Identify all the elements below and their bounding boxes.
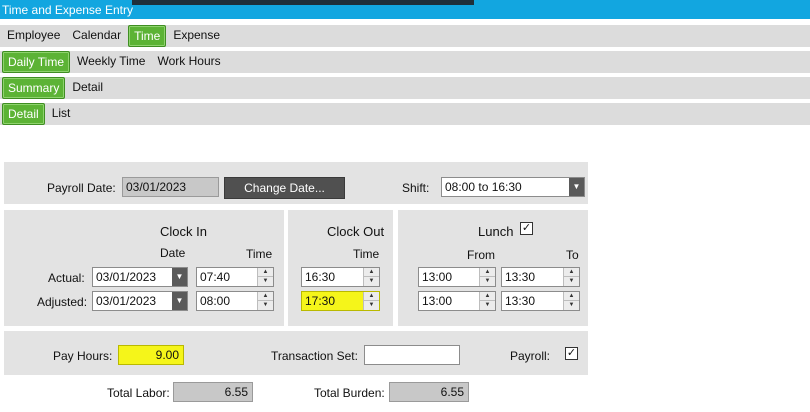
spin-up-icon[interactable]: ▲ — [564, 268, 579, 277]
actual-time-out-field[interactable]: 16:30 ▲ ▼ — [301, 267, 380, 287]
shift-select[interactable]: 08:00 to 16:30 ▼ — [441, 177, 585, 197]
actual-label: Actual: — [48, 271, 85, 285]
payroll-header-panel: Payroll Date: 03/01/2023 Change Date... … — [4, 162, 588, 204]
adjusted-time-in-field[interactable]: 08:00 ▲ ▼ — [196, 291, 274, 311]
title-bar-dark-strip — [132, 0, 474, 5]
lunch-actual-from-value: 13:00 — [422, 270, 453, 284]
actual-date-field[interactable]: 03/01/2023 ▼ — [92, 267, 188, 287]
time-spinner[interactable]: ▲ ▼ — [363, 268, 379, 286]
tab-summary-list[interactable]: List — [47, 103, 76, 125]
time-spinner[interactable]: ▲ ▼ — [479, 268, 495, 286]
payroll-label: Payroll: — [510, 349, 551, 363]
chevron-down-icon[interactable]: ▼ — [172, 268, 187, 286]
spin-down-icon[interactable]: ▼ — [258, 301, 273, 310]
time-spinner[interactable]: ▲ ▼ — [257, 292, 273, 310]
clock-in-time-header: Time — [246, 247, 273, 261]
time-spinner[interactable]: ▲ ▼ — [363, 292, 379, 310]
tab-work-hours[interactable]: Work Hours — [152, 51, 225, 73]
tab-calendar[interactable]: Calendar — [67, 25, 126, 47]
lunch-actual-from-field[interactable]: 13:00 ▲ ▼ — [418, 267, 496, 287]
spin-up-icon[interactable]: ▲ — [364, 292, 379, 301]
spin-up-icon[interactable]: ▲ — [258, 268, 273, 277]
tab-expense[interactable]: Expense — [168, 25, 225, 47]
time-tab-strip: Daily Time Weekly Time Work Hours — [0, 51, 810, 75]
tab-weekly-time[interactable]: Weekly Time — [72, 51, 150, 73]
lunch-title: Lunch — [478, 224, 514, 239]
total-burden-field: 6.55 — [389, 382, 469, 402]
time-spinner[interactable]: ▲ ▼ — [257, 268, 273, 286]
payroll-date-label: Payroll Date: — [47, 181, 116, 195]
payroll-checkbox[interactable]: ✓ — [565, 347, 578, 360]
actual-time-in-field[interactable]: 07:40 ▲ ▼ — [196, 267, 274, 287]
pay-hours-panel: Pay Hours: 9.00 Transaction Set: Payroll… — [4, 331, 588, 375]
main-tab-strip: Employee Calendar Time Expense — [0, 25, 810, 49]
spin-up-icon[interactable]: ▲ — [480, 292, 495, 301]
spin-down-icon[interactable]: ▼ — [480, 277, 495, 286]
pay-hours-label: Pay Hours: — [53, 349, 113, 363]
spin-down-icon[interactable]: ▼ — [480, 301, 495, 310]
time-spinner[interactable]: ▲ ▼ — [563, 292, 579, 310]
chevron-down-icon[interactable]: ▼ — [569, 178, 584, 196]
tab-time[interactable]: Time — [128, 25, 167, 47]
transaction-set-input[interactable] — [364, 345, 460, 365]
pay-hours-field[interactable]: 9.00 — [118, 345, 184, 365]
transaction-set-label: Transaction Set: — [271, 349, 358, 363]
spin-up-icon[interactable]: ▲ — [480, 268, 495, 277]
adjusted-time-out-value: 17:30 — [305, 294, 336, 308]
clock-out-panel: Clock Out Time 16:30 ▲ ▼ 17:30 ▲ ▼ — [288, 210, 393, 326]
spin-down-icon[interactable]: ▼ — [564, 301, 579, 310]
change-date-button[interactable]: Change Date... — [224, 177, 345, 199]
adjusted-label: Adjusted: — [37, 295, 88, 309]
adjusted-date-value: 03/01/2023 — [96, 294, 157, 308]
total-labor-field: 6.55 — [173, 382, 253, 402]
lunch-panel: Lunch ✓ From To 13:00 ▲ ▼ 13:30 ▲ ▼ 13:00 … — [398, 210, 588, 326]
lunch-to-header: To — [566, 248, 579, 262]
lunch-adjusted-to-value: 13:30 — [505, 294, 536, 308]
summary-tab-strip: Detail List — [0, 103, 810, 127]
chevron-down-icon[interactable]: ▼ — [172, 292, 187, 310]
spin-down-icon[interactable]: ▼ — [564, 277, 579, 286]
tab-daily-time[interactable]: Daily Time — [2, 51, 71, 73]
spin-down-icon[interactable]: ▼ — [364, 277, 379, 286]
window-title-bar: Time and Expense Entry — [0, 0, 810, 19]
lunch-adjusted-from-value: 13:00 — [422, 294, 453, 308]
tab-employee[interactable]: Employee — [2, 25, 65, 47]
daily-tab-strip: Summary Detail — [0, 77, 810, 101]
clock-out-time-header: Time — [353, 247, 380, 261]
spin-up-icon[interactable]: ▲ — [364, 268, 379, 277]
total-labor-label: Total Labor: — [107, 386, 170, 400]
lunch-adjusted-to-field[interactable]: 13:30 ▲ ▼ — [501, 291, 580, 311]
clock-in-title: Clock In — [160, 224, 207, 239]
window-title: Time and Expense Entry — [2, 3, 133, 17]
tab-detail[interactable]: Detail — [67, 77, 108, 99]
adjusted-date-field[interactable]: 03/01/2023 ▼ — [92, 291, 188, 311]
shift-label: Shift: — [402, 181, 430, 195]
spin-up-icon[interactable]: ▲ — [258, 292, 273, 301]
lunch-actual-to-value: 13:30 — [505, 270, 536, 284]
spin-down-icon[interactable]: ▼ — [364, 301, 379, 310]
payroll-date-field: 03/01/2023 — [122, 177, 219, 197]
spin-up-icon[interactable]: ▲ — [564, 292, 579, 301]
time-spinner[interactable]: ▲ ▼ — [479, 292, 495, 310]
clock-out-title: Clock Out — [327, 224, 385, 239]
total-burden-label: Total Burden: — [314, 386, 385, 400]
tab-summary[interactable]: Summary — [2, 77, 66, 99]
lunch-adjusted-from-field[interactable]: 13:00 ▲ ▼ — [418, 291, 496, 311]
time-spinner[interactable]: ▲ ▼ — [563, 268, 579, 286]
actual-time-in-value: 07:40 — [200, 270, 231, 284]
spin-down-icon[interactable]: ▼ — [258, 277, 273, 286]
clock-in-panel: Clock In Date Time Actual: Adjusted: 03/… — [4, 210, 284, 326]
adjusted-time-out-field[interactable]: 17:30 ▲ ▼ — [301, 291, 380, 311]
adjusted-time-in-value: 08:00 — [200, 294, 231, 308]
actual-time-out-value: 16:30 — [305, 270, 336, 284]
shift-select-value: 08:00 to 16:30 — [445, 180, 522, 194]
clock-in-date-header: Date — [160, 246, 186, 260]
actual-date-value: 03/01/2023 — [96, 270, 157, 284]
lunch-actual-to-field[interactable]: 13:30 ▲ ▼ — [501, 267, 580, 287]
lunch-from-header: From — [467, 248, 495, 262]
lunch-checkbox[interactable]: ✓ — [520, 222, 533, 235]
tab-summary-detail[interactable]: Detail — [2, 103, 45, 125]
